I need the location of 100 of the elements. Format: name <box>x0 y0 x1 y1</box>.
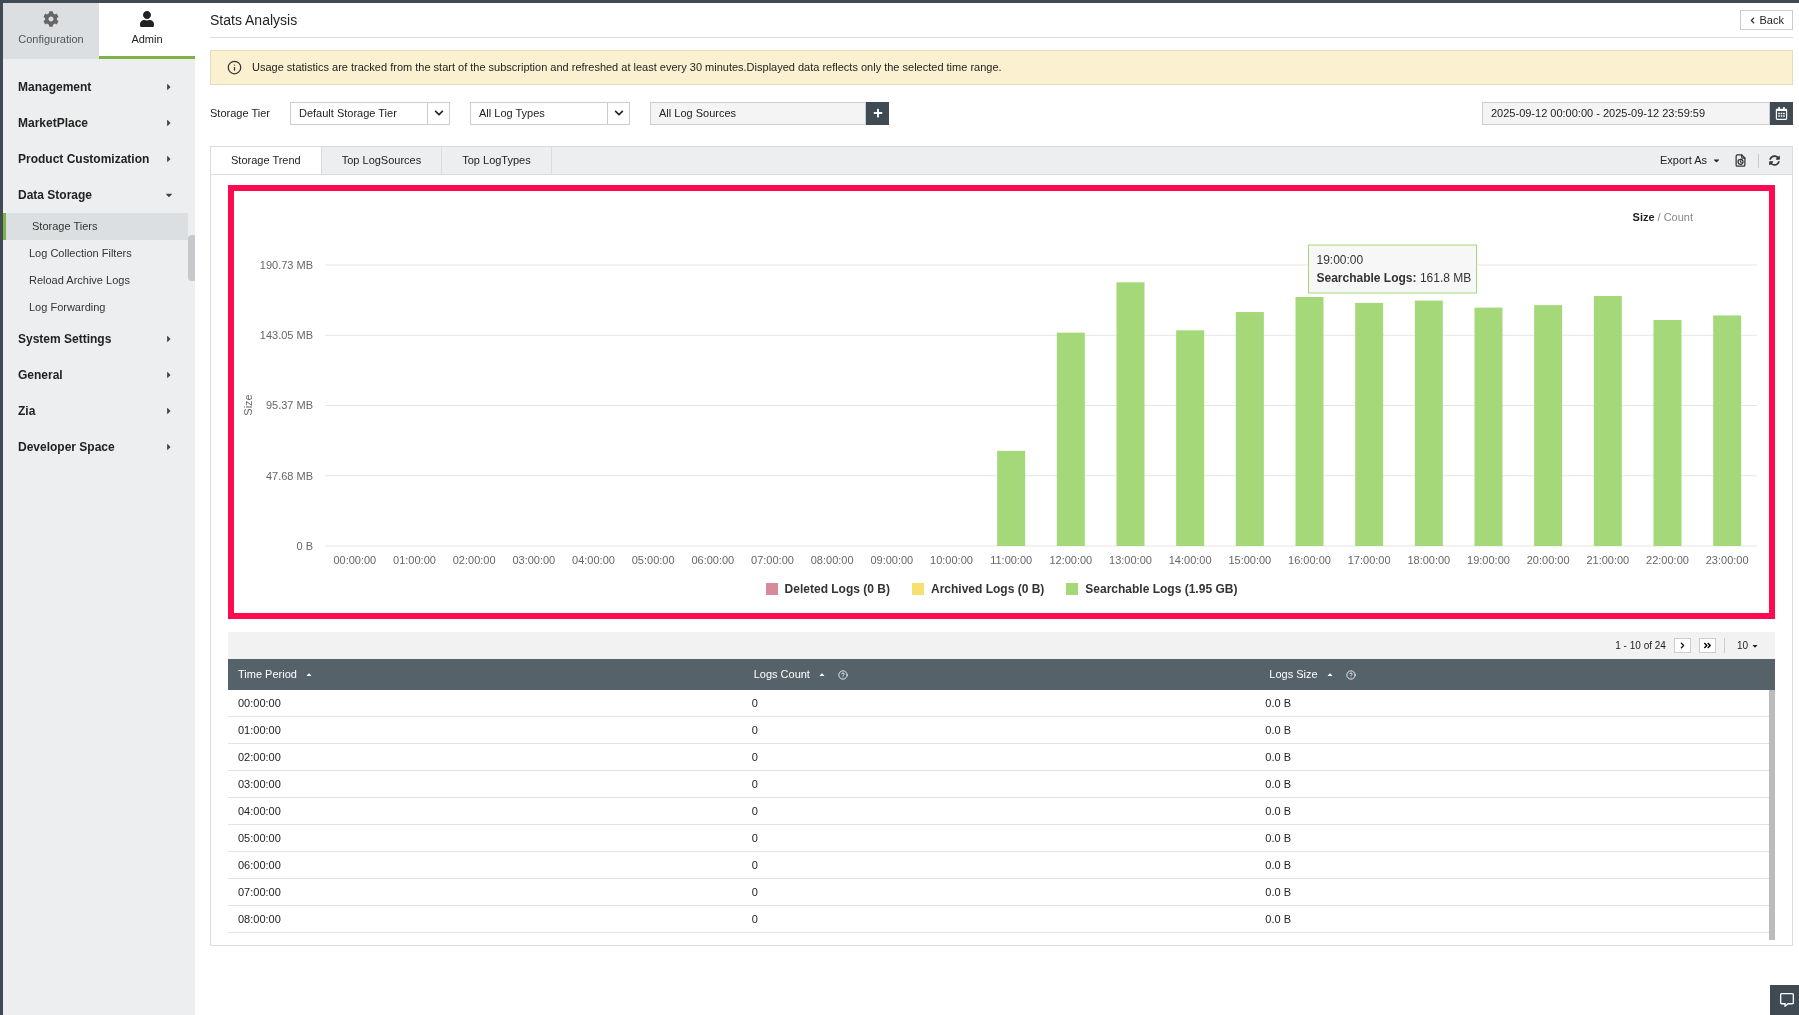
column-header[interactable]: Logs Count <box>753 666 826 683</box>
sidebar-item[interactable]: Data Storage <box>3 177 188 213</box>
export-button[interactable]: Export As <box>1659 152 1721 169</box>
table-cell-text: 0.0 B <box>1264 803 1292 819</box>
double-chevron-icon <box>1702 641 1712 650</box>
x-tick-label: 02:00:00 <box>452 554 496 566</box>
legend-label[interactable]: Deleted Logs (0 B) <box>784 580 890 598</box>
table-cell-text: 0.0 B <box>1264 722 1292 738</box>
bar[interactable] <box>1355 302 1384 546</box>
page-title: Stats Analysis <box>210 10 298 30</box>
column-header[interactable]: Time Period <box>238 666 313 683</box>
bar[interactable] <box>1593 296 1622 546</box>
table-cell-text: 04:00:00 <box>237 803 282 819</box>
x-tick-label: 14:00:00 <box>1168 554 1212 566</box>
storage-tier-dropdown[interactable]: Default Storage Tier <box>290 101 450 125</box>
bar[interactable] <box>1176 330 1205 546</box>
x-tick-label: 01:00:00 <box>393 554 436 566</box>
size-toggle[interactable]: Size <box>1632 209 1655 226</box>
x-tick-label: 11:00:00 <box>990 554 1033 566</box>
x-tick-label: 09:00:00 <box>870 554 914 566</box>
table-cell-text: 0.0 B <box>1264 749 1292 765</box>
bar[interactable] <box>1116 282 1145 546</box>
table-cell-text: 01:00:00 <box>237 722 282 738</box>
count-toggle[interactable]: Count <box>1663 209 1693 226</box>
x-tick-label: 22:00:00 <box>1646 554 1689 566</box>
x-tick-label: 05:00:00 <box>631 554 675 566</box>
bar[interactable] <box>1653 320 1682 546</box>
chevron-down-icon <box>433 108 444 118</box>
plus-icon <box>872 108 883 118</box>
scheduled-report-icon[interactable] <box>1733 153 1748 168</box>
bar[interactable] <box>1474 307 1503 546</box>
x-tick-label: 20:00:00 <box>1526 554 1570 566</box>
x-tick-label: 13:00:00 <box>1109 554 1152 566</box>
x-tick-label: 15:00:00 <box>1228 554 1272 566</box>
last-page-button[interactable] <box>1698 638 1716 653</box>
table-cell-text: 05:00:00 <box>237 830 282 846</box>
table-cell-text: 0 <box>750 857 759 873</box>
help-icon[interactable] <box>837 669 848 680</box>
next-page-button[interactable] <box>1673 638 1691 653</box>
x-tick-label: 19:00:00 <box>1467 554 1510 566</box>
refresh-icon[interactable] <box>1769 155 1780 166</box>
log-sources-field[interactable]: All Log Sources <box>650 101 866 125</box>
bar[interactable] <box>1235 312 1264 546</box>
table-cell-text: 07:00:00 <box>237 884 282 900</box>
legend-label[interactable]: Searchable Logs (1.95 GB) <box>1085 580 1238 598</box>
back-button[interactable]: Back <box>1739 10 1793 30</box>
add-button[interactable] <box>866 101 889 125</box>
chat-button[interactable] <box>1770 985 1799 1015</box>
bar[interactable] <box>997 450 1026 546</box>
table-cell-text: 00:00:00 <box>237 695 282 711</box>
collapse-handle[interactable] <box>188 235 195 281</box>
table-cell-text: 0.0 B <box>1264 695 1292 711</box>
user-icon <box>139 11 155 28</box>
sidebar-item[interactable]: MarketPlace <box>3 105 188 141</box>
help-icon[interactable] <box>1345 669 1356 680</box>
chart-tooltip: 19:00:00 Searchable Logs: 161.8 MB <box>1308 244 1477 294</box>
page-size-dropdown[interactable]: 10 <box>1732 638 1763 653</box>
table-cell-text: 06:00:00 <box>237 857 282 873</box>
table-cell-text: 0 <box>750 749 759 765</box>
sidebar-subitem[interactable]: Reload Archive Logs <box>3 267 188 294</box>
calendar-icon <box>1775 106 1788 120</box>
table-cell-text: 0 <box>750 722 759 738</box>
bar[interactable] <box>1056 332 1085 546</box>
y-tick-label: 95.37 MB <box>265 399 313 412</box>
x-tick-label: 18:00:00 <box>1407 554 1451 566</box>
log-types-dropdown[interactable]: All Log Types <box>470 101 630 125</box>
sidebar-item[interactable]: Developer Space <box>3 429 188 465</box>
table-cell-text: 08:00:00 <box>237 911 282 927</box>
chevron-right-icon <box>1678 642 1686 649</box>
filter-label: Storage Tier <box>210 105 271 121</box>
info-banner-text: Usage statistics are tracked from the start of the subscription and refreshed at least every 30 minutes.Displayed data reflects only the selected time range. <box>252 60 1002 76</box>
y-tick-label: 0 B <box>296 540 313 552</box>
x-tick-label: 23:00:00 <box>1705 554 1749 566</box>
x-tick-label: 00:00:00 <box>333 554 377 566</box>
bar[interactable] <box>1295 297 1324 546</box>
table-cell-text: 0 <box>750 776 759 792</box>
module-tab[interactable]: Admin <box>99 3 195 59</box>
bar[interactable] <box>1414 300 1443 546</box>
gear-icon <box>43 11 59 28</box>
x-tick-label: 12:00:00 <box>1049 554 1093 566</box>
sidebar-item[interactable]: Zia <box>3 393 188 429</box>
sidebar-item[interactable]: General <box>3 357 188 393</box>
sidebar-item[interactable]: System Settings <box>3 321 188 357</box>
sidebar-subitem[interactable]: Log Collection Filters <box>3 240 188 267</box>
bar[interactable] <box>1713 315 1742 546</box>
sidebar-subitem[interactable]: Log Forwarding <box>3 294 188 321</box>
bar[interactable] <box>1534 305 1563 546</box>
tab[interactable]: Storage Trend <box>211 147 322 174</box>
sidebar-item[interactable]: Product Customization <box>3 141 188 177</box>
x-tick-label: 03:00:00 <box>512 554 556 566</box>
sidebar-subitem[interactable]: Storage Tiers <box>3 213 188 240</box>
table-cell-text: 0.0 B <box>1264 776 1292 792</box>
module-tab[interactable]: Configuration <box>3 3 99 59</box>
chevron-down-icon <box>613 108 624 118</box>
x-tick-label: 07:00:00 <box>751 554 794 566</box>
sidebar-item[interactable]: Management <box>3 69 188 105</box>
calendar-button[interactable] <box>1770 101 1793 125</box>
date-range-field[interactable]: 2025-09-12 00:00:00 - 2025-09-12 23:59:59 <box>1482 101 1770 125</box>
legend-label[interactable]: Archived Logs (0 B) <box>930 580 1045 598</box>
column-header[interactable]: Logs Size <box>1269 666 1334 683</box>
